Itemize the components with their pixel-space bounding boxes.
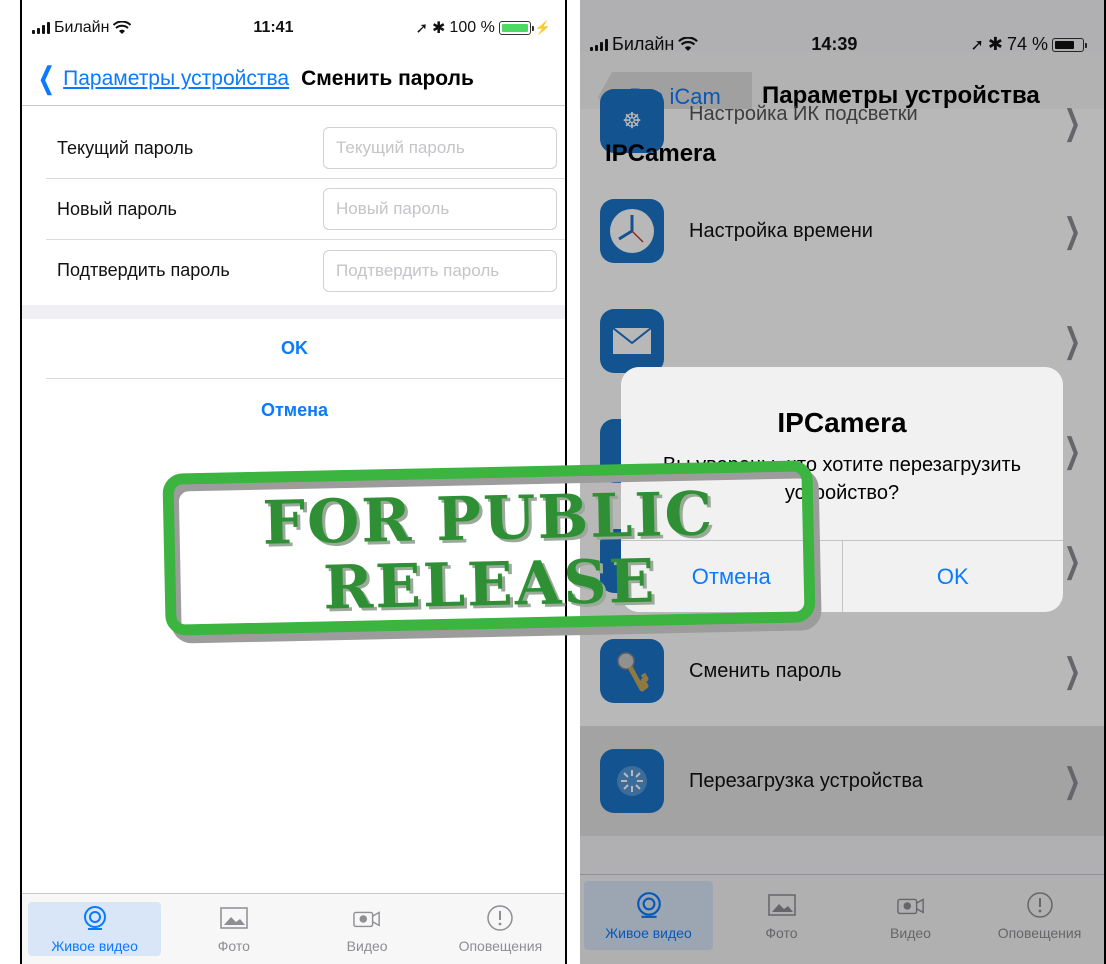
- cancel-button[interactable]: Отмена: [22, 400, 567, 421]
- live-video-icon: [81, 904, 109, 932]
- status-bar: Билайн 11:41 ➚ ✱ 100 % ⚡: [22, 18, 567, 38]
- signal-icon: [32, 22, 50, 34]
- form-row-new: Новый пароль Новый пароль: [46, 179, 567, 240]
- tab-label: Оповещения: [458, 938, 543, 954]
- page-title: Сменить пароль: [301, 66, 474, 90]
- dialog-title: IPCamera: [777, 407, 907, 438]
- ok-button[interactable]: OK: [22, 338, 567, 359]
- divider: [46, 378, 567, 379]
- battery-percent: 100 %: [449, 19, 495, 36]
- tab-live-video[interactable]: Живое видео: [28, 902, 162, 956]
- section-gap: [22, 305, 567, 319]
- form-row-current: Текущий пароль Текущий пароль: [46, 118, 567, 179]
- form-row-confirm: Подтвердить пароль Подтвердить пароль: [46, 240, 567, 301]
- photo-icon: [220, 904, 248, 932]
- dialog-ok-button[interactable]: OK: [841, 541, 1064, 612]
- tab-label: Фото: [217, 938, 250, 954]
- new-password-label: Новый пароль: [57, 198, 177, 219]
- back-button[interactable]: Параметры устройства: [63, 67, 289, 91]
- tab-photo[interactable]: Фото: [167, 894, 300, 964]
- tab-video[interactable]: Видео: [301, 894, 434, 964]
- bluetooth-icon: ✱: [432, 20, 446, 37]
- tab-bar: Живое видео Фото Видео Оповещения: [22, 893, 567, 964]
- current-password-label: Текущий пароль: [57, 137, 194, 158]
- carrier-label: Билайн: [54, 19, 110, 36]
- public-release-stamp: FOR PUBLIC RELEASE: [162, 460, 822, 644]
- tab-alerts[interactable]: Оповещения: [434, 894, 567, 964]
- new-password-input[interactable]: Новый пароль: [323, 188, 557, 230]
- location-icon: ➚: [415, 20, 429, 37]
- charging-icon: ⚡: [534, 20, 551, 35]
- password-form: Текущий пароль Текущий пароль Новый паро…: [22, 118, 567, 301]
- clock: 11:41: [253, 19, 294, 36]
- confirm-password-input[interactable]: Подтвердить пароль: [323, 249, 557, 292]
- confirm-password-label: Подтвердить пароль: [57, 260, 230, 280]
- border-line: [20, 0, 22, 964]
- video-icon: [353, 904, 381, 932]
- back-chevron-icon[interactable]: ❮: [28, 63, 56, 94]
- navigation-bar: ❮ Параметры устройства Сменить пароль: [22, 52, 567, 106]
- alert-icon: [486, 904, 514, 932]
- tab-label: Живое видео: [51, 938, 138, 954]
- screenshot-collage: ▬▬▬ ▬ ▬▬▬▬ ▬▬ ▬▬ ▬▬ ▬▬▬▬▬▬ ▬▬ ▬▬ ▬ ▬▬▬ ▬…: [0, 0, 1106, 964]
- tab-label: Видео: [346, 938, 388, 954]
- wifi-icon: [113, 21, 132, 34]
- current-password-input[interactable]: Текущий пароль: [323, 127, 557, 169]
- battery-icon: [498, 21, 534, 35]
